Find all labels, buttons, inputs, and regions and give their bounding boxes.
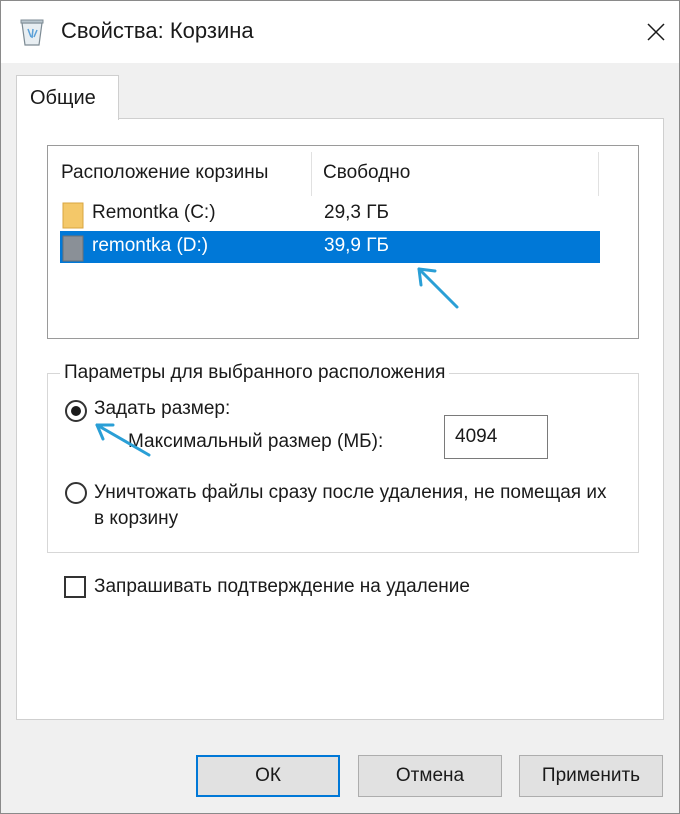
max-size-label: Максимальный размер (МБ):	[128, 431, 384, 452]
title-bar: Свойства: Корзина	[1, 1, 679, 63]
confirm-delete-checkbox[interactable]	[64, 576, 86, 598]
list-header: Расположение корзины Свободно	[48, 146, 638, 198]
column-divider[interactable]	[311, 152, 312, 196]
column-header-location[interactable]: Расположение корзины	[61, 162, 268, 184]
apply-button[interactable]: Применить	[519, 755, 663, 797]
ok-button[interactable]: ОК	[196, 755, 340, 797]
cancel-button[interactable]: Отмена	[358, 755, 502, 797]
list-item-drive-d[interactable]: remontka (D:) 39,9 ГБ	[60, 231, 600, 263]
max-size-input[interactable]	[444, 415, 548, 459]
window-title: Свойства: Корзина	[61, 18, 254, 43]
delete-immediately-radio[interactable]	[65, 482, 87, 504]
annotation-arrow	[95, 423, 151, 457]
delete-immediately-label[interactable]: Уничтожать файлы сразу после удаления, н…	[94, 480, 614, 532]
drive-icon	[62, 235, 84, 262]
column-divider[interactable]	[598, 152, 599, 196]
selected-location-settings: Параметры для выбранного расположения За…	[47, 362, 639, 553]
group-title: Параметры для выбранного расположения	[60, 362, 450, 384]
confirm-delete-label[interactable]: Запрашивать подтверждение на удаление	[94, 576, 470, 598]
folder-icon	[62, 202, 84, 229]
drive-name: remontka (D:)	[92, 235, 209, 256]
recycle-bin-icon	[20, 19, 44, 46]
annotation-arrow	[417, 267, 459, 309]
drive-free-space: 29,3 ГБ	[324, 202, 390, 223]
custom-size-radio[interactable]	[65, 400, 87, 422]
list-item-drive-c[interactable]: Remontka (C:) 29,3 ГБ	[60, 198, 600, 230]
close-button[interactable]	[633, 1, 679, 63]
drive-free-space: 39,9 ГБ	[324, 235, 390, 256]
close-icon	[647, 23, 665, 41]
properties-dialog: Свойства: Корзина Общие Расположение кор…	[0, 0, 680, 814]
locations-list[interactable]: Расположение корзины Свободно Remontka (…	[47, 145, 639, 339]
tab-general[interactable]: Общие	[16, 75, 119, 120]
tab-panel: Расположение корзины Свободно Remontka (…	[16, 118, 664, 720]
tab-general-label: Общие	[30, 87, 96, 109]
column-header-free[interactable]: Свободно	[323, 162, 410, 184]
drive-name: Remontka (C:)	[92, 202, 216, 223]
